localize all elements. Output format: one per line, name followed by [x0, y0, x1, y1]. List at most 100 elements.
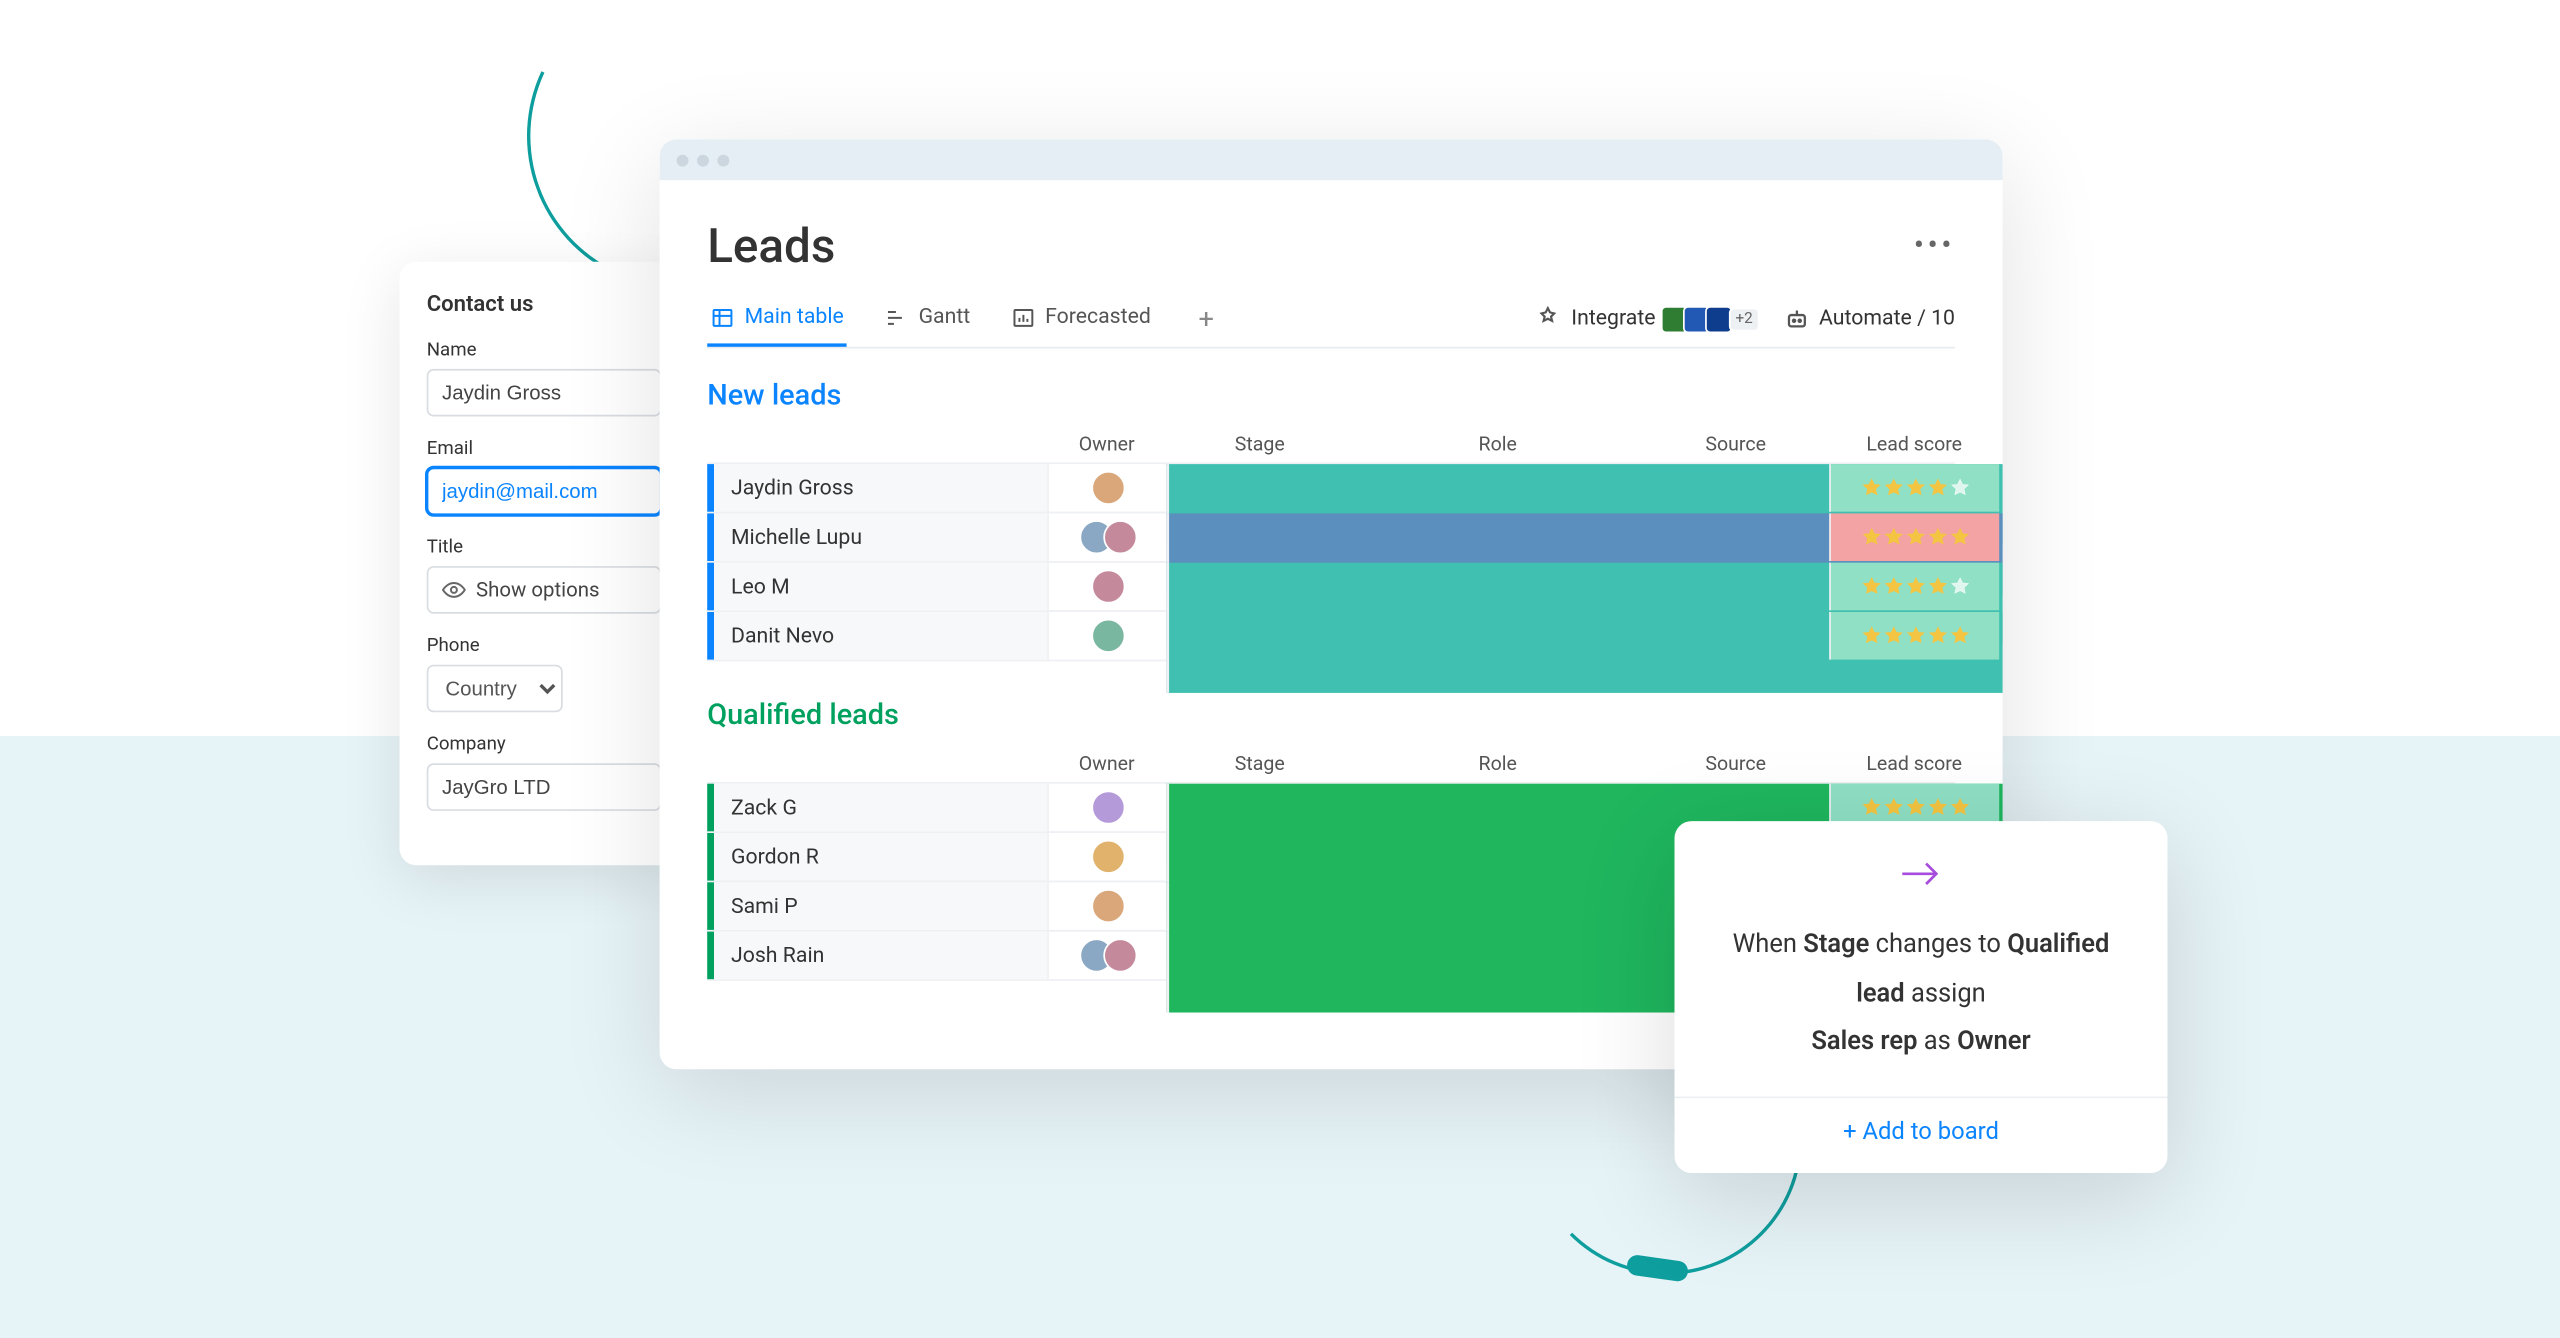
integrate-button[interactable]: Integrate +2	[1536, 305, 1760, 332]
table-row[interactable]: Danit Nevo New lead danitnevo@mail.com L…	[707, 610, 1955, 661]
score-cell[interactable]	[1829, 464, 1999, 512]
avatar[interactable]	[1091, 570, 1125, 604]
group-title[interactable]: Qualified leads	[707, 699, 1955, 733]
lead-name-cell[interactable]: Zack G	[707, 784, 1047, 832]
star-icon	[1883, 797, 1903, 817]
star-icon	[1883, 576, 1903, 596]
col-stage[interactable]: Stage	[1166, 432, 1353, 456]
add-to-board-button[interactable]: + Add to board	[1715, 1118, 2126, 1145]
star-icon	[1905, 797, 1925, 817]
contact-title: Contact us	[427, 292, 662, 318]
owner-cell[interactable]	[1047, 513, 1166, 561]
lead-name-cell[interactable]: Josh Rain	[707, 932, 1047, 980]
eye-icon	[442, 578, 466, 602]
avatar[interactable]	[1102, 938, 1136, 972]
owner-cell[interactable]	[1047, 784, 1166, 832]
col-score[interactable]: Lead score	[1829, 751, 1999, 775]
lead-name-cell[interactable]: Gordon R	[707, 833, 1047, 881]
col-owner[interactable]: Owner	[1047, 432, 1166, 456]
more-menu-button[interactable]: •••	[1914, 228, 1955, 264]
gantt-icon	[885, 305, 909, 329]
group-title[interactable]: New leads	[707, 379, 1955, 413]
lead-name-cell[interactable]: Danit Nevo	[707, 612, 1047, 660]
col-source[interactable]: Source	[1642, 751, 1829, 775]
star-icon	[1905, 576, 1925, 596]
arrow-right-icon	[1715, 859, 2126, 896]
integrate-icon	[1536, 306, 1562, 332]
avatar[interactable]	[1091, 840, 1125, 874]
star-icon	[1949, 576, 1969, 596]
company-field[interactable]	[427, 763, 662, 811]
score-cell[interactable]	[1829, 513, 1999, 561]
star-icon	[1949, 527, 1969, 547]
owner-cell[interactable]	[1047, 932, 1166, 980]
star-icon	[1861, 478, 1881, 498]
avatar[interactable]	[1091, 889, 1125, 923]
board-title: Leads	[707, 218, 835, 274]
column-headers: name Owner Stage Role Source Lead score …	[707, 423, 1955, 464]
star-icon	[1883, 527, 1903, 547]
owner-cell[interactable]	[1047, 464, 1166, 512]
phone-label: Phone	[427, 634, 662, 656]
chart-icon	[1011, 305, 1035, 329]
robot-icon	[1783, 305, 1810, 332]
star-icon	[1883, 478, 1903, 498]
email-field[interactable]	[427, 468, 662, 516]
star-icon	[1883, 626, 1903, 646]
star-icon	[1861, 626, 1881, 646]
table-row[interactable]: Jaydin Gross New lead COO LinkedIn	[707, 462, 1955, 513]
tabs-row: Main table Gantt Forecasted + I	[707, 291, 1955, 349]
lead-name-cell[interactable]: Sami P	[707, 882, 1047, 930]
table-row[interactable]: Michelle Lupu Contacted lupu@mail.com Ev…	[707, 512, 1955, 563]
col-source[interactable]: Source	[1642, 432, 1829, 456]
col-score[interactable]: Lead score	[1829, 432, 1999, 456]
owner-cell[interactable]	[1047, 833, 1166, 881]
col-owner[interactable]: Owner	[1047, 751, 1166, 775]
col-stage[interactable]: Stage	[1166, 751, 1353, 775]
score-cell[interactable]	[1829, 612, 1999, 660]
traffic-light-icon	[677, 154, 689, 166]
avatar[interactable]	[1102, 520, 1136, 554]
star-icon	[1927, 527, 1947, 547]
star-icon	[1927, 478, 1947, 498]
avatar[interactable]	[1091, 471, 1125, 505]
automation-recipe-card: When Stage changes to Qualified lead ass…	[1675, 821, 2168, 1172]
col-role[interactable]: Role	[1353, 432, 1642, 456]
name-field[interactable]	[427, 369, 662, 417]
tab-forecasted[interactable]: Forecasted	[1008, 291, 1155, 347]
col-role[interactable]: Role	[1353, 751, 1642, 775]
integration-icons: +2	[1666, 305, 1760, 332]
title-label: Title	[427, 536, 662, 558]
table-row[interactable]: Leo M New lead leom@mail.com Cold outrea…	[707, 561, 1955, 612]
add-view-button[interactable]: +	[1188, 303, 1224, 335]
lead-name-cell[interactable]: Michelle Lupu	[707, 513, 1047, 561]
phone-country-select[interactable]: Country	[427, 665, 563, 713]
star-icon	[1949, 797, 1969, 817]
star-icon	[1861, 576, 1881, 596]
owner-cell[interactable]	[1047, 612, 1166, 660]
automate-button[interactable]: Automate / 10	[1783, 305, 1955, 332]
avatar[interactable]	[1091, 619, 1125, 653]
lead-name-cell[interactable]: Jaydin Gross	[707, 464, 1047, 512]
tab-gantt[interactable]: Gantt	[881, 291, 973, 347]
name-label: Name	[427, 338, 662, 360]
star-icon	[1949, 478, 1969, 498]
divider	[1675, 1096, 2168, 1098]
contact-form-card: Contact us Name Email Title Show options…	[400, 262, 689, 866]
star-icon	[1949, 626, 1969, 646]
email-label: Email	[427, 437, 662, 459]
star-icon	[1861, 797, 1881, 817]
lead-name-cell[interactable]: Leo M	[707, 563, 1047, 611]
star-icon	[1905, 478, 1925, 498]
star-icon	[1927, 797, 1947, 817]
star-icon	[1905, 626, 1925, 646]
traffic-light-icon	[697, 154, 709, 166]
owner-cell[interactable]	[1047, 563, 1166, 611]
star-icon	[1905, 527, 1925, 547]
tab-main-table[interactable]: Main table	[707, 291, 847, 347]
score-cell[interactable]	[1829, 563, 1999, 611]
owner-cell[interactable]	[1047, 882, 1166, 930]
avatar[interactable]	[1091, 791, 1125, 825]
traffic-light-icon	[717, 154, 729, 166]
title-select[interactable]: Show options	[427, 566, 662, 614]
